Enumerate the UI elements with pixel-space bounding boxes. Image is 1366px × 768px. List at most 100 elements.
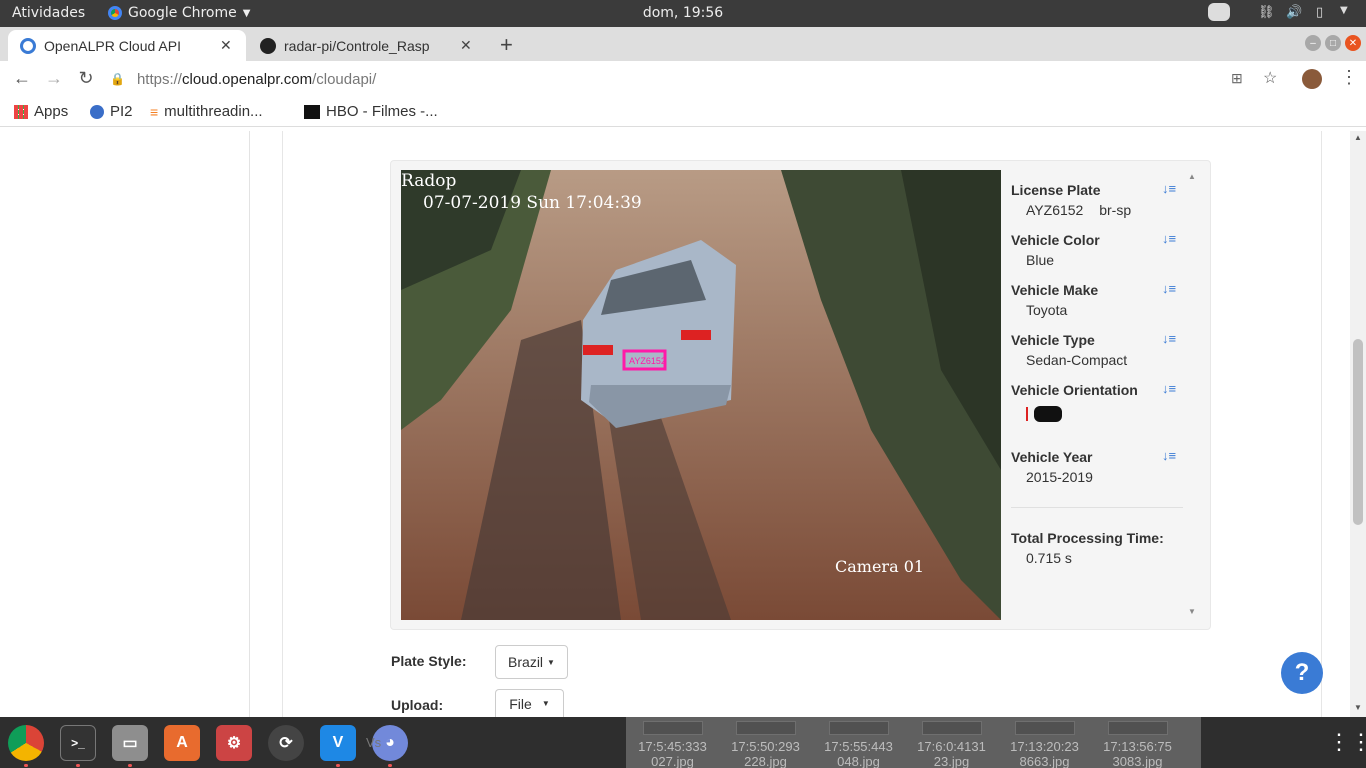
thumbnail-image [828, 721, 889, 735]
scrollbar-thumb[interactable] [1353, 339, 1363, 525]
bookmark-hbo[interactable]: HBO - Filmes -... [304, 103, 438, 120]
close-tab-icon[interactable]: ✕ [220, 37, 232, 54]
vehicle-color-value: Blue [1026, 252, 1055, 268]
thumbnail-name: 17:6:0:4131 [917, 739, 986, 754]
license-plate-value: AYZ6152 [1026, 202, 1084, 218]
bookmark-label: multithreadin... [164, 103, 263, 120]
tab-strip: OpenALPR Cloud API ✕ radar-pi/Controle_R… [0, 27, 1366, 61]
scroll-up-icon[interactable]: ▲ [1354, 133, 1362, 142]
chrome-dock-icon[interactable] [8, 725, 44, 761]
files-icon[interactable]: ▭ [112, 725, 148, 761]
page-scrollbar[interactable]: ▲ ▼ [1350, 131, 1366, 717]
sort-icon[interactable]: ↓≡ [1162, 281, 1176, 296]
plate-style-dropdown[interactable]: Brazil ▼ [495, 645, 568, 679]
translate-icon[interactable]: ⊞ [1231, 70, 1243, 87]
network-icon[interactable]: ⛓ [1258, 5, 1275, 20]
new-tab-icon[interactable]: + [500, 32, 513, 58]
star-icon[interactable]: ☆ [1263, 68, 1277, 88]
sort-icon[interactable]: ↓≡ [1162, 381, 1176, 396]
sort-icon[interactable]: ↓≡ [1162, 231, 1176, 246]
chevron-down-icon[interactable]: ▼ [1340, 5, 1348, 16]
divider [1011, 507, 1183, 508]
thumbnail-name: 17:5:45:333 [638, 739, 707, 754]
processing-time-value: 0.715 s [1026, 550, 1072, 566]
thumbnail-image [921, 721, 982, 735]
scroll-up-icon[interactable]: ▲ [1188, 172, 1196, 181]
thumbnail-file[interactable]: 17:13:20:23 8663.jpg [998, 717, 1091, 768]
thumbnail-name: 17:5:55:443 [824, 739, 893, 754]
vehicle-type-value: Sedan-Compact [1026, 352, 1128, 368]
navigation-bar: ← → ↻ 🔒 https:// cloud.openalpr.com /clo… [0, 61, 1366, 97]
reload-icon[interactable]: ↻ [74, 68, 98, 89]
sort-icon[interactable]: ↓≡ [1162, 448, 1176, 463]
thumbnail-name-ext: 23.jpg [933, 754, 970, 768]
bookmark-apps[interactable]: Apps [14, 103, 68, 120]
clock[interactable]: dom, 19:56 [0, 5, 1366, 21]
vehicle-orientation-label: Vehicle Orientation [1011, 382, 1138, 398]
openalpr-favicon [20, 37, 36, 54]
upload-label: Upload: [391, 697, 444, 713]
thumbnail-file[interactable]: 17:13:56:75 3083.jpg [1091, 717, 1184, 768]
sort-icon[interactable]: ↓≡ [1162, 331, 1176, 346]
tab-title: radar-pi/Controle_Rasp [284, 37, 430, 54]
help-button[interactable]: ? [1281, 652, 1323, 694]
thumbnail-file[interactable]: 17:5:55:443 048.jpg [812, 717, 905, 768]
stackoverflow-icon: ≡ [150, 103, 159, 120]
running-indicator [24, 764, 28, 767]
lock-icon: 🔒 [110, 72, 125, 86]
bookmark-multithreading[interactable]: ≡ multithreadin... [150, 103, 263, 120]
back-icon[interactable]: ← [10, 68, 34, 89]
processing-time-label: Total Processing Time: [1011, 530, 1164, 546]
system-top-bar: Atividades Google Chrome ▼ dom, 19:56 ⛓ … [0, 0, 1366, 27]
running-indicator [388, 764, 392, 767]
vscode-icon[interactable]: V [320, 725, 356, 761]
settings-icon[interactable]: ⚙ [216, 725, 252, 761]
overlay-camera-label: Camera 01 [835, 557, 924, 576]
profile-avatar[interactable] [1302, 69, 1322, 89]
bookmark-label: HBO - Filmes -... [326, 103, 438, 120]
forward-icon[interactable]: → [42, 68, 66, 89]
plate-region: br-sp [1099, 202, 1132, 218]
caret-down-icon: ▼ [541, 699, 550, 708]
volume-icon[interactable]: 🔊 [1286, 5, 1302, 20]
close-window-icon[interactable]: ✕ [1345, 35, 1361, 51]
left-panel [0, 131, 250, 717]
scroll-down-icon[interactable]: ▼ [1354, 703, 1362, 712]
thumbnail-name: 17:5:50:293 [731, 739, 800, 754]
thumbnail-name-ext: 3083.jpg [1112, 754, 1163, 768]
menu-icon[interactable]: ⋮ [1340, 67, 1358, 88]
show-apps-grid-icon[interactable]: ⋮⋮ [1328, 729, 1366, 755]
running-indicator [336, 764, 340, 767]
vehicle-year-section: Vehicle Year 2015-2019 [1011, 449, 1093, 485]
updater-icon[interactable]: ⟳ [268, 725, 304, 761]
bookmark-pi2[interactable]: PI2 [90, 103, 133, 120]
thumbnail-file[interactable]: 17:5:50:293 228.jpg [719, 717, 812, 768]
discord-tray-icon[interactable] [1208, 3, 1230, 21]
plate-style-value: Brazil [508, 654, 544, 670]
maximize-icon[interactable]: □ [1325, 35, 1341, 51]
thumbnail-name-ext: 027.jpg [651, 754, 694, 768]
upload-value: File [509, 695, 532, 712]
vehicle-year-value: 2015-2019 [1026, 469, 1093, 485]
battery-icon[interactable]: ▯ [1316, 5, 1323, 20]
upload-dropdown[interactable]: File ▼ [495, 689, 564, 717]
url-domain: cloud.openalpr.com [181, 70, 313, 88]
thumbnail-image [1014, 721, 1075, 735]
tab-github[interactable]: radar-pi/Controle_Rasp ✕ [248, 30, 488, 61]
close-tab-icon[interactable]: ✕ [460, 37, 472, 54]
tab-openalpr[interactable]: OpenALPR Cloud API ✕ [8, 30, 246, 61]
software-center-icon[interactable]: A [164, 725, 200, 761]
thumbnail-file[interactable]: 17:6:0:4131 23.jpg [905, 717, 998, 768]
scroll-down-icon[interactable]: ▼ [1188, 607, 1196, 616]
sort-icon[interactable]: ↓≡ [1162, 181, 1176, 196]
hbo-icon [304, 104, 320, 119]
terminal-icon[interactable]: >_ [60, 725, 96, 761]
bookmarks-bar: Apps PI2 ≡ multithreadin... HBO - Filmes… [0, 97, 1366, 127]
thumbnail-file[interactable]: 17:5:45:333 027.jpg [626, 717, 719, 768]
thumbnail-name-ext: 8663.jpg [1019, 754, 1070, 768]
minimize-icon[interactable]: – [1305, 35, 1321, 51]
plate-style-label: Plate Style: [391, 653, 467, 669]
address-bar[interactable]: 🔒 https:// cloud.openalpr.com /cloudapi/ [110, 65, 1290, 93]
thumbnail-image [642, 721, 703, 735]
thumbnail-image [1107, 721, 1168, 735]
